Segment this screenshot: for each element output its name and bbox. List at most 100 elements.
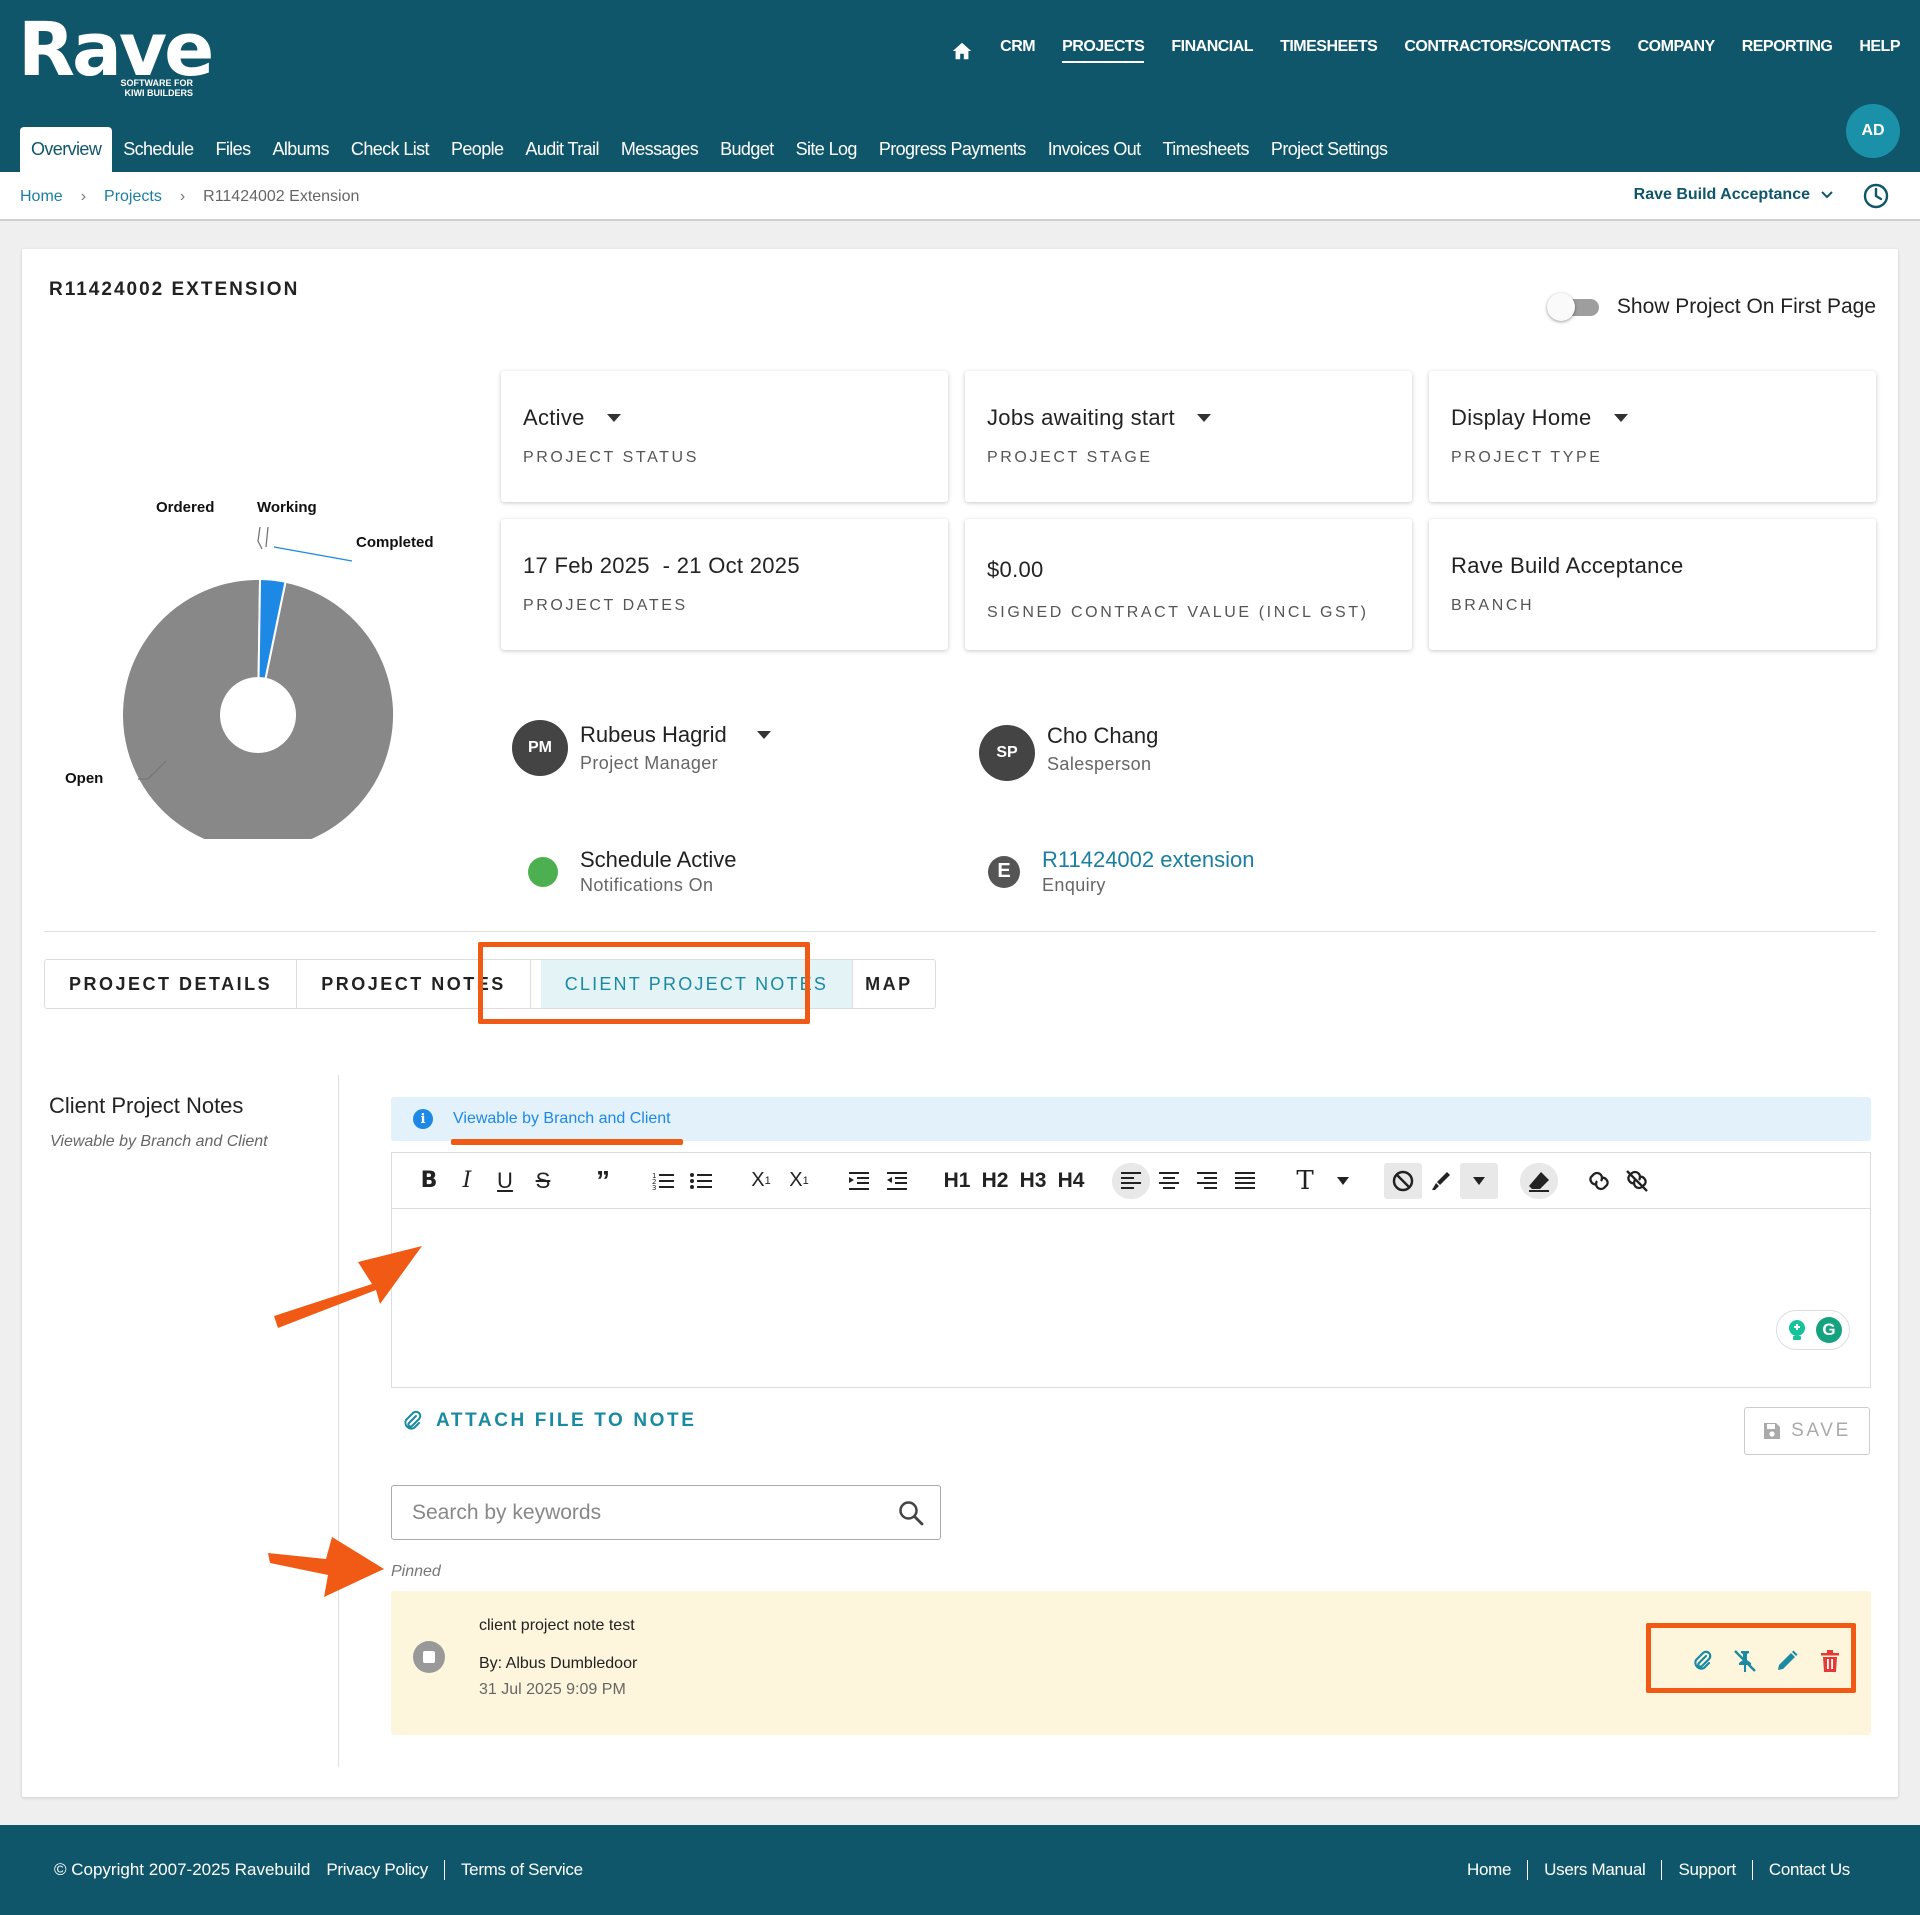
indent-icon[interactable]	[840, 1163, 878, 1199]
nav-reporting[interactable]: REPORTING	[1742, 38, 1833, 63]
search-icon[interactable]	[898, 1500, 924, 1526]
contact-us-link[interactable]: Contact Us	[1769, 1860, 1850, 1880]
note-text: client project note test	[479, 1617, 635, 1634]
underline-icon[interactable]: U	[486, 1163, 524, 1199]
caret-down-icon[interactable]	[1613, 414, 1628, 422]
project-manager: PM Rubeus Hagrid Project Manager	[512, 720, 771, 776]
font-size-icon[interactable]: T	[1286, 1163, 1324, 1199]
subscript-icon[interactable]: X1	[742, 1163, 780, 1199]
branch-selector[interactable]: Rave Build Acceptance	[1634, 186, 1834, 204]
outdent-icon[interactable]	[878, 1163, 916, 1199]
subnav-schedule[interactable]: Schedule	[112, 127, 204, 172]
note-actions-highlight-box	[1646, 1623, 1856, 1693]
grammarly-widget[interactable]: G	[1776, 1310, 1850, 1350]
pie-slice-open[interactable]	[121, 578, 395, 852]
home-icon[interactable]	[951, 40, 973, 62]
clear-format-eraser-icon[interactable]	[1520, 1162, 1558, 1199]
blockquote-icon[interactable]: ”	[584, 1163, 622, 1199]
enquiry-icon: E	[988, 855, 1020, 888]
users-manual-link[interactable]: Users Manual	[1544, 1860, 1646, 1880]
nav-contractors-contacts[interactable]: CONTRACTORS/CONTACTS	[1404, 38, 1611, 63]
terms-of-service-link[interactable]: Terms of Service	[461, 1860, 583, 1880]
breadcrumb-projects[interactable]: Projects	[104, 188, 162, 206]
breadcrumb-home[interactable]: Home	[20, 188, 63, 206]
nav-timesheets[interactable]: TIMESHEETS	[1280, 38, 1378, 63]
subnav-files[interactable]: Files	[204, 127, 261, 172]
project-status-value[interactable]: Active	[523, 405, 621, 431]
highlight-brush-icon[interactable]	[1422, 1163, 1460, 1199]
footer-home-link[interactable]: Home	[1467, 1860, 1511, 1880]
align-center-icon[interactable]	[1150, 1163, 1188, 1199]
align-left-icon[interactable]	[1112, 1162, 1150, 1199]
subnav-overview[interactable]: Overview	[20, 127, 113, 172]
salesperson-name: Cho Chang	[1047, 723, 1159, 748]
branch-label: BRANCH	[1451, 597, 1535, 614]
attach-file-button[interactable]: ATTACH FILE TO NOTE	[402, 1410, 697, 1432]
caret-down-icon[interactable]	[606, 414, 621, 422]
subnav-check-list[interactable]: Check List	[340, 127, 440, 172]
lightbulb-icon[interactable]	[1784, 1317, 1810, 1343]
nav-crm[interactable]: CRM	[1000, 38, 1035, 63]
unlink-icon[interactable]	[1618, 1163, 1656, 1199]
text-color-none-icon[interactable]	[1384, 1162, 1422, 1199]
rave-logo[interactable]: Rave SOFTWARE FOR KIWI BUILDERS	[18, 8, 214, 98]
subnav-site-log[interactable]: Site Log	[785, 127, 868, 172]
caret-down-icon[interactable]	[1324, 1163, 1362, 1199]
subnav-albums[interactable]: Albums	[262, 127, 340, 172]
nav-help[interactable]: HELP	[1859, 38, 1900, 63]
copyright-text: © Copyright 2007-2025 Ravebuild	[54, 1860, 311, 1879]
tab-map[interactable]: MAP	[863, 960, 935, 1008]
heading-2-icon[interactable]: H2	[976, 1163, 1014, 1199]
visibility-info-banner: i Viewable by Branch and Client	[391, 1097, 1871, 1141]
bullet-list-icon[interactable]	[682, 1163, 720, 1199]
project-dates-card[interactable]: 17 Feb 2025 - 21 Oct 2025 PROJECT DATES	[501, 519, 948, 650]
strikethrough-icon[interactable]: S	[524, 1163, 562, 1199]
align-justify-icon[interactable]	[1226, 1163, 1264, 1199]
ordered-list-icon[interactable]: 123	[644, 1163, 682, 1199]
superscript-icon[interactable]: X1	[780, 1163, 818, 1199]
subnav-progress-payments[interactable]: Progress Payments	[868, 127, 1037, 172]
subnav-people[interactable]: People	[440, 127, 514, 172]
user-avatar[interactable]: AD	[1846, 104, 1900, 158]
status-dot-icon	[528, 856, 558, 887]
subnav-invoices-out[interactable]: Invoices Out	[1037, 127, 1152, 172]
privacy-policy-link[interactable]: Privacy Policy	[326, 1860, 428, 1880]
link-icon[interactable]	[1580, 1163, 1618, 1199]
project-type-value[interactable]: Display Home	[1451, 405, 1628, 431]
nav-financial[interactable]: FINANCIAL	[1171, 38, 1253, 63]
align-right-icon[interactable]	[1188, 1163, 1226, 1199]
project-manager-name: Rubeus Hagrid	[580, 722, 727, 747]
support-link[interactable]: Support	[1678, 1860, 1736, 1880]
heading-3-icon[interactable]: H3	[1014, 1163, 1052, 1199]
subnav-project-settings[interactable]: Project Settings	[1260, 127, 1398, 172]
contract-value-card[interactable]: $0.00 SIGNED CONTRACT VALUE (INCL GST)	[965, 519, 1412, 650]
subnav-audit-trail[interactable]: Audit Trail	[514, 127, 609, 172]
save-disk-icon	[1764, 1423, 1781, 1439]
save-button[interactable]: SAVE	[1744, 1407, 1870, 1455]
project-subnav: Overview Schedule Files Albums Check Lis…	[20, 127, 1398, 172]
bold-icon[interactable]: B	[410, 1163, 448, 1199]
grammarly-icon[interactable]: G	[1816, 1317, 1842, 1343]
top-header: Rave SOFTWARE FOR KIWI BUILDERS CRM PROJ…	[0, 0, 1920, 172]
heading-4-icon[interactable]: H4	[1052, 1163, 1090, 1199]
nav-projects[interactable]: PROJECTS	[1062, 38, 1145, 63]
project-stage-value[interactable]: Jobs awaiting start	[987, 405, 1211, 431]
heading-1-icon[interactable]: H1	[938, 1163, 976, 1199]
caret-down-icon[interactable]	[1196, 414, 1211, 422]
note-editor-input[interactable]: G	[392, 1210, 1870, 1387]
chevron-right-icon: ›	[80, 188, 87, 205]
italic-icon[interactable]: I	[448, 1163, 486, 1199]
history-clock-icon[interactable]	[1862, 182, 1890, 210]
subnav-messages[interactable]: Messages	[610, 127, 709, 172]
show-first-page-toggle[interactable]	[1546, 293, 1599, 321]
footer-separator	[1751, 1860, 1753, 1880]
subnav-timesheets[interactable]: Timesheets	[1152, 127, 1260, 172]
caret-down-icon[interactable]	[756, 731, 771, 739]
highlight-dropdown-icon[interactable]	[1460, 1162, 1498, 1199]
enquiry-link[interactable]: R11424002 extension	[1042, 847, 1254, 873]
task-status-pie-chart: Ordered Working Completed Open	[52, 469, 472, 852]
search-input[interactable]	[412, 1486, 892, 1539]
tab-project-details[interactable]: PROJECT DETAILS	[45, 960, 298, 1008]
subnav-budget[interactable]: Budget	[709, 127, 784, 172]
nav-company[interactable]: COMPANY	[1638, 38, 1716, 63]
